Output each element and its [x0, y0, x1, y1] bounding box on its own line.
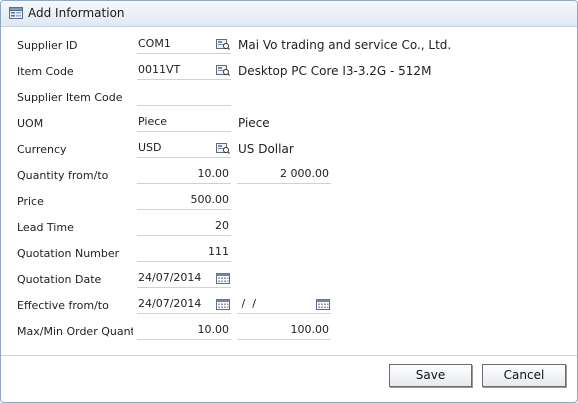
- lead-time-field[interactable]: 20: [137, 218, 231, 236]
- supplier-name: Mai Vo trading and service Co., Ltd.: [238, 38, 452, 52]
- currency-description: US Dollar: [238, 142, 294, 156]
- price-field[interactable]: 500.00: [137, 192, 231, 210]
- supplier-item-code-label: Supplier Item Code: [17, 91, 123, 104]
- lookup-icon[interactable]: [216, 65, 230, 76]
- uom-label: UOM: [17, 117, 44, 130]
- calendar-icon[interactable]: [216, 299, 230, 310]
- currency-label: Currency: [17, 143, 67, 156]
- add-information-dialog: Add Information Supplier ID COM1 Mai Vo …: [0, 0, 578, 403]
- calendar-icon[interactable]: [316, 299, 330, 310]
- quantity-to-field[interactable]: 2 000.00: [237, 166, 331, 184]
- order-quantity-label: Max/Min Order Quantity: [17, 325, 133, 338]
- quotation-number-label: Quotation Number: [17, 247, 120, 260]
- calendar-icon[interactable]: [216, 273, 230, 284]
- item-code-label: Item Code: [17, 65, 74, 78]
- lookup-icon[interactable]: [216, 143, 230, 154]
- effective-label: Effective from/to: [17, 299, 109, 312]
- supplier-item-code-field[interactable]: [137, 88, 231, 106]
- dialog-title: Add Information: [28, 6, 125, 20]
- price-label: Price: [17, 195, 44, 208]
- min-order-quantity-field[interactable]: 100.00: [237, 322, 331, 340]
- quantity-label: Quantity from/to: [17, 169, 109, 182]
- lookup-icon[interactable]: [216, 39, 230, 50]
- lead-time-label: Lead Time: [17, 221, 74, 234]
- quantity-from-field[interactable]: 10.00: [137, 166, 231, 184]
- cancel-button[interactable]: Cancel: [482, 364, 566, 387]
- item-description: Desktop PC Core I3-3.2G - 512M: [238, 64, 432, 78]
- uom-field[interactable]: Piece: [137, 114, 231, 132]
- uom-description: Piece: [238, 116, 270, 130]
- form-window-icon: [9, 7, 23, 19]
- footer-divider: [1, 355, 577, 356]
- quotation-date-label: Quotation Date: [17, 273, 102, 286]
- title-bar: Add Information: [1, 1, 577, 27]
- max-order-quantity-field[interactable]: 10.00: [137, 322, 231, 340]
- supplier-id-label: Supplier ID: [17, 39, 78, 52]
- quotation-number-field[interactable]: 111: [137, 244, 231, 262]
- save-button[interactable]: Save: [389, 364, 472, 387]
